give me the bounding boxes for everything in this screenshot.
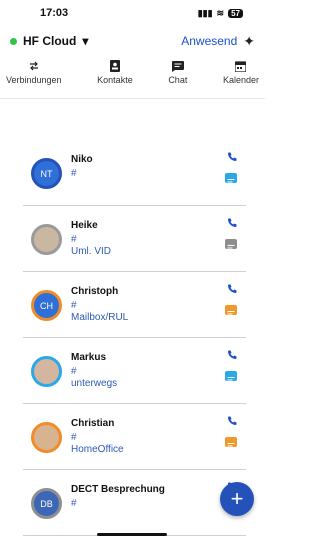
chat-icon[interactable] (225, 371, 237, 381)
phone-icon[interactable] (227, 149, 237, 161)
contact-row[interactable]: Christian # HomeOffice (23, 404, 246, 470)
contact-row[interactable]: DB DECT Besprechung # (23, 470, 246, 536)
tab-verbindungen[interactable]: Verbindungen (6, 60, 62, 98)
contact-status: HomeOffice (71, 444, 124, 455)
calendar-icon (234, 60, 248, 72)
avatar: NT (31, 158, 62, 189)
avatar-photo (31, 224, 62, 255)
account-name: HF Cloud (23, 34, 77, 48)
tab-kalender[interactable]: Kalender (223, 60, 259, 98)
contact-name: Christian (71, 418, 115, 429)
tab-kontakte[interactable]: Kontakte (97, 60, 133, 98)
account-selector[interactable]: HF Cloud ▾ (10, 34, 88, 48)
contact-name: DECT Besprechung (71, 484, 165, 495)
chat-icon[interactable] (225, 173, 237, 183)
contact-name: Heike (71, 220, 98, 231)
chat-icon[interactable] (225, 437, 237, 447)
contact-name: Christoph (71, 286, 119, 297)
contact-card-icon (108, 60, 122, 72)
tab-label: Verbindungen (6, 75, 62, 85)
contact-status: Uml. VID (71, 246, 111, 257)
phone-icon[interactable] (227, 347, 237, 359)
contact-row[interactable]: CH Christoph # Mailbox/RUL (23, 272, 246, 338)
contact-name: Markus (71, 352, 107, 363)
tab-label: Kontakte (97, 75, 133, 85)
phone-icon[interactable] (227, 215, 237, 227)
phone-icon[interactable] (227, 413, 237, 425)
chat-icon (171, 60, 185, 72)
chevron-down-icon: ▾ (82, 34, 89, 48)
contact-row[interactable]: Heike # Uml. VID (23, 206, 246, 272)
tab-chat[interactable]: Chat (168, 60, 187, 98)
contact-name: Niko (71, 154, 93, 165)
contact-number: # (71, 234, 77, 245)
avatar: CH (31, 290, 62, 321)
avatar: DB (31, 488, 62, 519)
header: HF Cloud ▾ Anwesend ✦ (0, 26, 265, 56)
presence-status[interactable]: Anwesend (181, 34, 237, 48)
tab-bar: Verbindungen Kontakte Chat Kalender (0, 56, 265, 99)
home-indicator (97, 533, 167, 536)
tab-label: Kalender (222, 75, 259, 85)
tab-label: Chat (168, 75, 188, 85)
contact-number: # (71, 168, 77, 179)
status-bar: 17:03 ▮▮▮ ≋ 57 (0, 0, 265, 26)
transfer-icon (27, 60, 41, 72)
clock: 17:03 (40, 7, 69, 19)
contact-status: Mailbox/RUL (71, 312, 129, 323)
avatar-photo (31, 356, 62, 387)
chat-icon[interactable] (225, 305, 237, 315)
contact-status: unterwegs (71, 378, 118, 389)
presence-area: Anwesend ✦ (181, 33, 255, 50)
signal-icon: ▮▮▮ (197, 7, 213, 18)
chat-icon[interactable] (225, 239, 237, 249)
contact-row[interactable]: NT Niko # (23, 140, 246, 206)
gear-icon[interactable]: ✦ (243, 33, 255, 50)
contact-number: # (71, 498, 77, 509)
phone-icon[interactable] (227, 281, 237, 293)
contact-list: NT Niko # Heike # Uml. VID CH Christoph # Mailbox… (23, 140, 246, 536)
battery-icon: 57 (228, 8, 243, 18)
contact-row[interactable]: Markus # unterwegs (23, 338, 246, 404)
avatar-photo (31, 422, 62, 453)
status-icons: ▮▮▮ ≋ 57 (198, 8, 243, 19)
contact-number: # (71, 300, 77, 311)
contact-number: # (71, 432, 77, 443)
online-status-dot (10, 37, 17, 45)
add-button[interactable]: + (220, 482, 254, 516)
contact-number: # (71, 366, 77, 377)
wifi-icon: ≋ (216, 7, 225, 18)
